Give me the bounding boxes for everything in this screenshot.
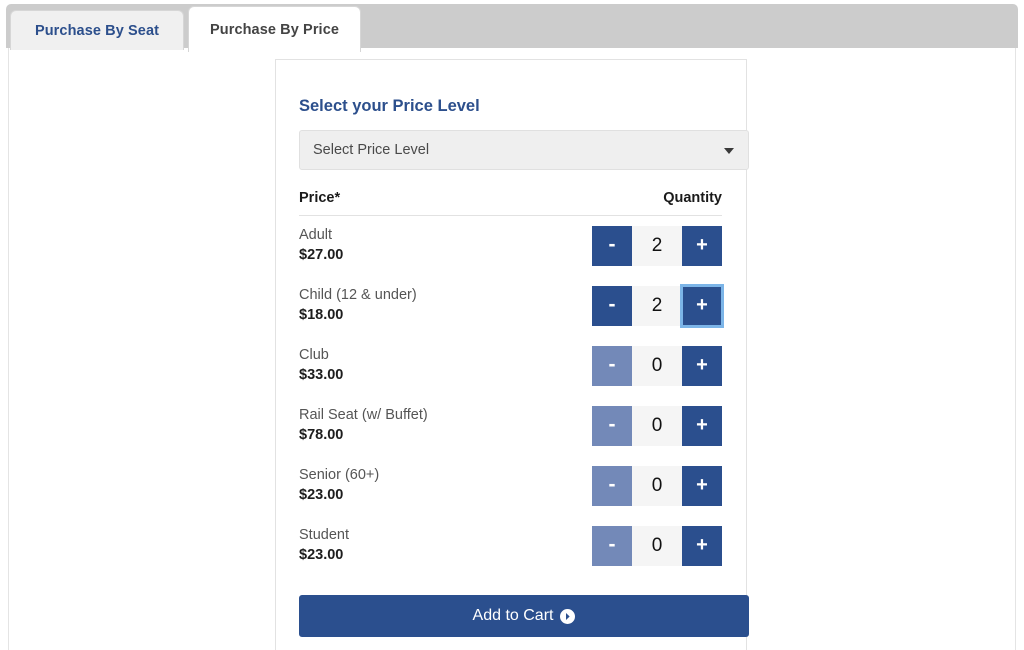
table-row: Rail Seat (w/ Buffet) $78.00 -0 + bbox=[299, 396, 722, 456]
price-table-rows: Adult $27.00-2 + Child (12 & under) $18.00-2… bbox=[299, 216, 724, 576]
price-row-amount: $23.00 bbox=[299, 487, 344, 503]
quantity-decrement-button[interactable]: - bbox=[592, 226, 632, 266]
table-row: Adult $27.00 -2 + bbox=[299, 216, 722, 276]
quantity-increment-button[interactable]: + bbox=[682, 466, 722, 506]
price-row-label: Adult $27.00 bbox=[299, 226, 343, 265]
quantity-stepper: -0 + bbox=[592, 526, 722, 566]
page-frame-left-border bbox=[8, 48, 9, 650]
page-frame-right-border bbox=[1015, 48, 1016, 650]
quantity-increment-button[interactable]: + bbox=[682, 226, 722, 266]
column-header-price: Price* bbox=[299, 190, 341, 206]
quantity-stepper: -2 + bbox=[592, 226, 722, 266]
price-row-amount: $18.00 bbox=[299, 307, 344, 323]
price-row-amount: $78.00 bbox=[299, 427, 344, 443]
quantity-increment-button[interactable]: + bbox=[680, 284, 724, 328]
quantity-value: 2 bbox=[632, 226, 682, 266]
tab-purchase-by-seat-label: Purchase By Seat bbox=[34, 22, 160, 39]
quantity-stepper: -0 + bbox=[592, 406, 722, 446]
price-row-amount: $33.00 bbox=[299, 367, 344, 383]
tab-purchase-by-price[interactable]: Purchase By Price bbox=[188, 6, 361, 52]
arrow-circle-right-icon bbox=[560, 608, 576, 624]
price-row-name: Rail Seat (w/ Buffet) bbox=[299, 407, 428, 424]
quantity-stepper: -0 + bbox=[592, 346, 722, 386]
price-level-select-value: Select Price Level bbox=[313, 142, 430, 158]
quantity-value: 0 bbox=[632, 406, 682, 446]
table-row: Senior (60+) $23.00 -0 + bbox=[299, 456, 722, 516]
chevron-down-icon bbox=[724, 148, 734, 154]
price-row-name: Club bbox=[299, 347, 329, 364]
quantity-decrement-button: - bbox=[592, 526, 632, 566]
add-to-cart-button[interactable]: Add to Cart bbox=[299, 595, 749, 637]
quantity-value: 0 bbox=[632, 346, 682, 386]
quantity-decrement-button: - bbox=[592, 406, 632, 446]
price-level-card: Select your Price Level Select Price Lev… bbox=[275, 59, 749, 650]
price-row-amount: $23.00 bbox=[299, 547, 344, 563]
price-row-name: Student bbox=[299, 527, 349, 544]
quantity-increment-button[interactable]: + bbox=[682, 526, 722, 566]
add-to-cart-label: Add to Cart bbox=[472, 607, 554, 624]
quantity-decrement-button: - bbox=[592, 346, 632, 386]
price-row-name: Child (12 & under) bbox=[299, 287, 417, 304]
price-row-label: Child (12 & under) $18.00 bbox=[299, 286, 417, 325]
card-title: Select your Price Level bbox=[299, 97, 480, 115]
tab-purchase-by-seat[interactable]: Purchase By Seat bbox=[10, 10, 184, 50]
price-row-label: Senior (60+) $23.00 bbox=[299, 466, 379, 505]
tab-bar: Purchase By Seat Purchase By Price bbox=[6, 4, 1018, 52]
table-row: Club $33.00 -0 + bbox=[299, 336, 722, 396]
price-table-header: Price* Quantity bbox=[299, 190, 722, 216]
price-row-label: Club $33.00 bbox=[299, 346, 343, 385]
price-row-amount: $27.00 bbox=[299, 247, 344, 263]
table-row: Child (12 & under) $18.00 -2 + bbox=[299, 276, 724, 336]
page-root: Purchase By Seat Purchase By Price Selec… bbox=[0, 0, 1024, 650]
quantity-increment-button[interactable]: + bbox=[682, 346, 722, 386]
tab-purchase-by-price-label: Purchase By Price bbox=[209, 21, 340, 38]
quantity-decrement-button[interactable]: - bbox=[592, 286, 632, 326]
price-level-select[interactable]: Select Price Level bbox=[299, 130, 749, 170]
table-row: Student $23.00 -0 + bbox=[299, 516, 722, 576]
quantity-value: 0 bbox=[632, 526, 682, 566]
quantity-stepper: -0 + bbox=[592, 466, 722, 506]
quantity-decrement-button: - bbox=[592, 466, 632, 506]
quantity-value: 2 bbox=[632, 286, 682, 326]
price-row-label: Rail Seat (w/ Buffet) $78.00 bbox=[299, 406, 428, 445]
price-row-name: Adult bbox=[299, 227, 333, 244]
quantity-stepper: -2 + bbox=[592, 284, 724, 328]
column-header-quantity: Quantity bbox=[663, 190, 722, 206]
quantity-increment-button[interactable]: + bbox=[682, 406, 722, 446]
quantity-value: 0 bbox=[632, 466, 682, 506]
price-row-label: Student $23.00 bbox=[299, 526, 349, 565]
price-row-name: Senior (60+) bbox=[299, 467, 380, 484]
